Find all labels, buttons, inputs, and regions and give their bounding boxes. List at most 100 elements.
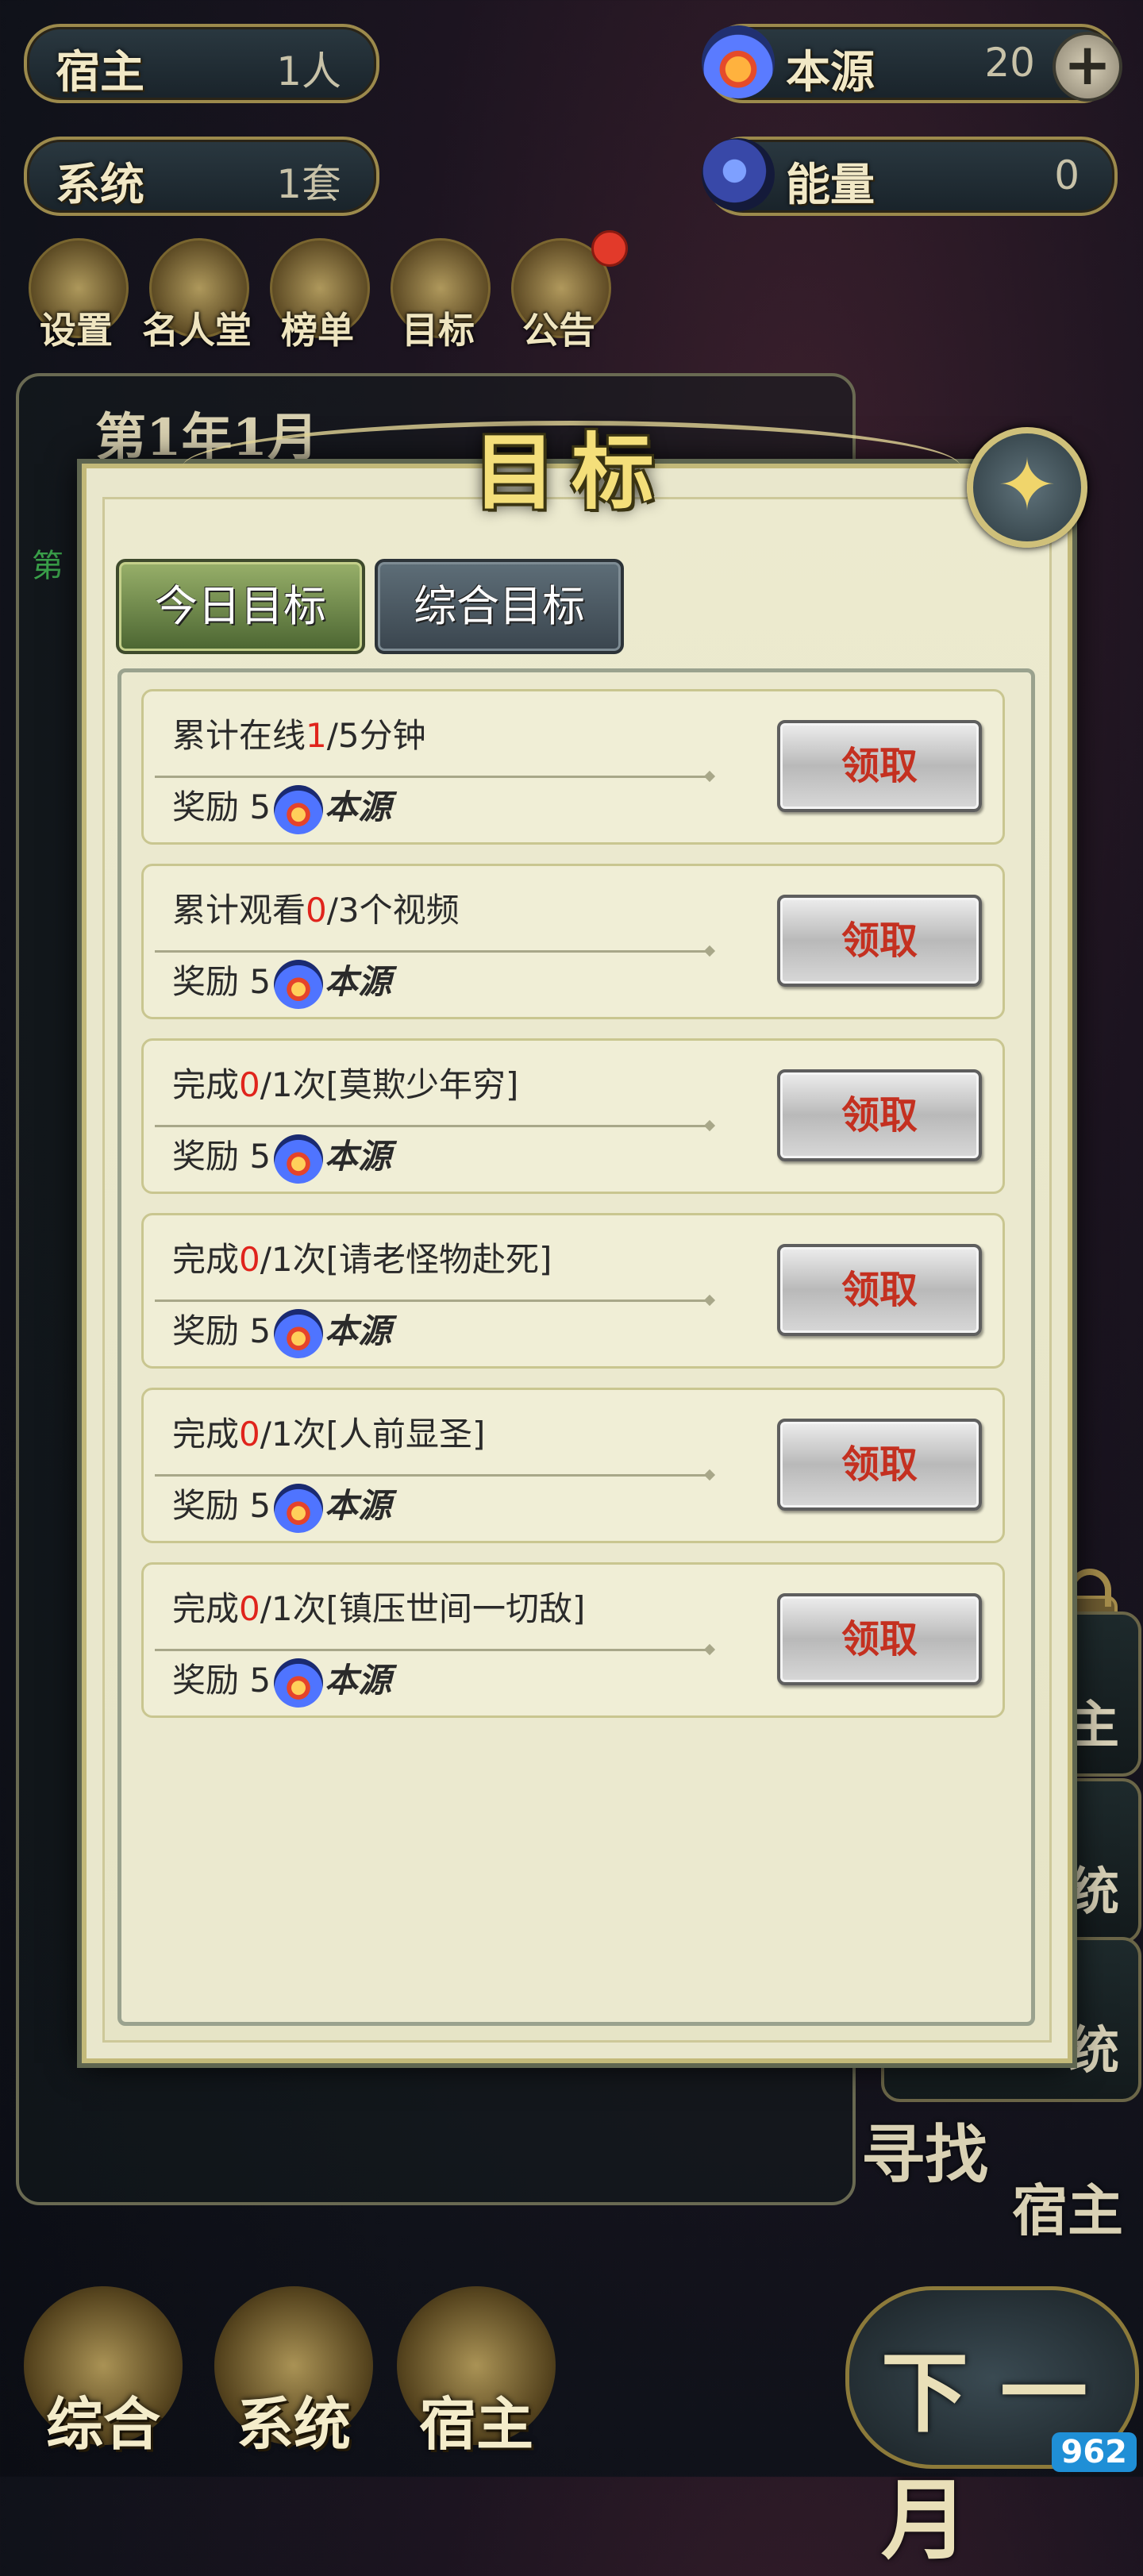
goal-reward: 奖励 5 本源 [172,1654,391,1708]
tab-overall-goals[interactable]: 综合目标 [375,559,624,654]
goal-item: 完成0/1次[请老怪物赴死] 奖励 5 本源 领取 [141,1213,1005,1369]
reward-amount: 奖励 5 [172,1137,271,1176]
bottom-nav-system[interactable]: 系统 [206,2270,381,2461]
goal-description: 累计在线1/5分钟 [172,709,426,757]
goal-description: 累计观看0/3个视频 [172,884,460,932]
claim-button[interactable]: 领取 [777,895,982,987]
reward-amount: 奖励 5 [172,1661,271,1700]
goal-description: 完成0/1次[镇压世间一切敌] [172,1582,585,1631]
claim-button[interactable]: 领取 [777,1419,982,1511]
find-host-label-top: 寻找 [861,2117,988,2192]
energy-orb-icon [702,138,775,211]
claim-button[interactable]: 领取 [777,1593,982,1685]
goals-label: 目标 [402,309,475,352]
add-source-button[interactable]: + [1053,32,1122,102]
side-button-system-a-label: 统 [1068,1862,1119,1922]
system-value: 1套 [276,161,341,207]
reward-name: 本源 [325,1311,392,1350]
goal-prefix: 累计在线 [172,716,306,755]
goal-progress: 0 [306,891,327,930]
bottom-nav-host[interactable]: 宿主 [389,2270,564,2461]
settings-button[interactable]: 设置 [21,238,132,352]
goal-prefix: 完成 [172,1240,240,1279]
tab-daily-goals[interactable]: 今日目标 [116,559,365,654]
energy-value: 0 [1054,152,1080,198]
source-flame-icon [274,784,324,834]
reward-name: 本源 [325,1661,392,1700]
source-label: 本源 [786,46,875,98]
leaderboard-label: 榜单 [281,309,354,352]
divider [155,1125,710,1127]
source-flame-icon [274,1308,324,1358]
announcement-label: 公告 [522,309,595,352]
reward-amount: 奖励 5 [172,787,271,826]
goal-item: 完成0/1次[镇压世间一切敌] 奖励 5 本源 领取 [141,1562,1005,1718]
goal-reward: 奖励 5 本源 [172,780,391,834]
hall-of-fame-label: 名人堂 [142,309,252,352]
goal-description: 完成0/1次[人前显圣] [172,1407,485,1456]
system-count-stat: 系统 1套 [24,137,379,216]
system-label: 系统 [56,159,144,211]
claim-button[interactable]: 领取 [777,1244,982,1336]
host-count-stat: 宿主 1人 [24,24,379,103]
goal-reward: 奖励 5 本源 [172,1479,391,1533]
find-host-label-bottom: 宿主 [1012,2177,1123,2243]
goal-reward: 奖励 5 本源 [172,955,391,1009]
leaderboard-button[interactable]: 榜单 [262,238,373,352]
energy-label: 能量 [786,159,875,211]
goal-progress: 0 [239,1415,260,1454]
goal-prefix: 完成 [172,1415,240,1454]
source-value: 20 [984,40,1035,86]
goal-prefix: 完成 [172,1589,240,1628]
claim-button[interactable]: 领取 [777,720,982,812]
divider [155,1474,710,1477]
goals-button[interactable]: 目标 [383,238,494,352]
bottom-nav-host-label: 宿主 [418,2390,533,2458]
claim-button[interactable]: 领取 [777,1069,982,1161]
goal-target: /1次[镇压世间一切敌] [260,1589,586,1628]
goal-progress: 0 [239,1240,260,1279]
source-flame-icon [702,25,775,98]
side-button-system-b-label: 统 [1068,2021,1119,2081]
divider [155,1649,710,1651]
notification-dot [591,230,628,267]
goal-item: 累计在线1/5分钟 奖励 5 本源 领取 [141,689,1005,845]
source-flame-icon [274,1483,324,1533]
reward-name: 本源 [325,1486,392,1525]
host-label: 宿主 [56,46,144,98]
energy-stat: 能量 0 [702,137,1118,216]
goal-target: /1次[请老怪物赴死] [260,1240,552,1279]
goal-target: /1次[莫欺少年穷] [260,1065,519,1104]
goal-item: 完成0/1次[人前显圣] 奖励 5 本源 领取 [141,1388,1005,1543]
source-flame-icon [274,1134,324,1184]
goal-reward: 奖励 5 本源 [172,1304,391,1358]
reward-name: 本源 [325,962,392,1001]
bottom-nav-system-label: 系统 [236,2390,351,2458]
goal-description: 完成0/1次[莫欺少年穷] [172,1058,518,1107]
host-value: 1人 [276,48,341,94]
close-button[interactable]: ✦ [967,427,1087,548]
source-stat: 本源 20 + [702,24,1122,103]
goal-progress: 0 [239,1589,260,1628]
reward-amount: 奖励 5 [172,1311,271,1350]
goal-reward: 奖励 5 本源 [172,1130,391,1184]
goal-target: /5分钟 [326,716,426,755]
divider [155,950,710,953]
goal-item: 完成0/1次[莫欺少年穷] 奖励 5 本源 领取 [141,1038,1005,1194]
site-watermark-logo: 962 [1051,2432,1137,2472]
hall-of-fame-button[interactable]: 名人堂 [141,238,252,352]
find-host-button[interactable]: 寻找 宿主 [861,2104,1131,2262]
bottom-nav-overview-label: 综合 [45,2390,160,2458]
goal-progress: 0 [239,1065,260,1104]
goal-prefix: 完成 [172,1065,240,1104]
goal-target: /1次[人前显圣] [260,1415,486,1454]
side-button-host-label: 主 [1068,1696,1119,1755]
settings-label: 设置 [40,309,113,352]
source-flame-icon [274,959,324,1009]
bottom-nav-overview[interactable]: 综合 [16,2270,190,2461]
reward-name: 本源 [325,787,392,826]
divider [155,1300,710,1302]
reward-amount: 奖励 5 [172,962,271,1001]
reward-name: 本源 [325,1137,392,1176]
goal-description: 完成0/1次[请老怪物赴死] [172,1233,552,1281]
